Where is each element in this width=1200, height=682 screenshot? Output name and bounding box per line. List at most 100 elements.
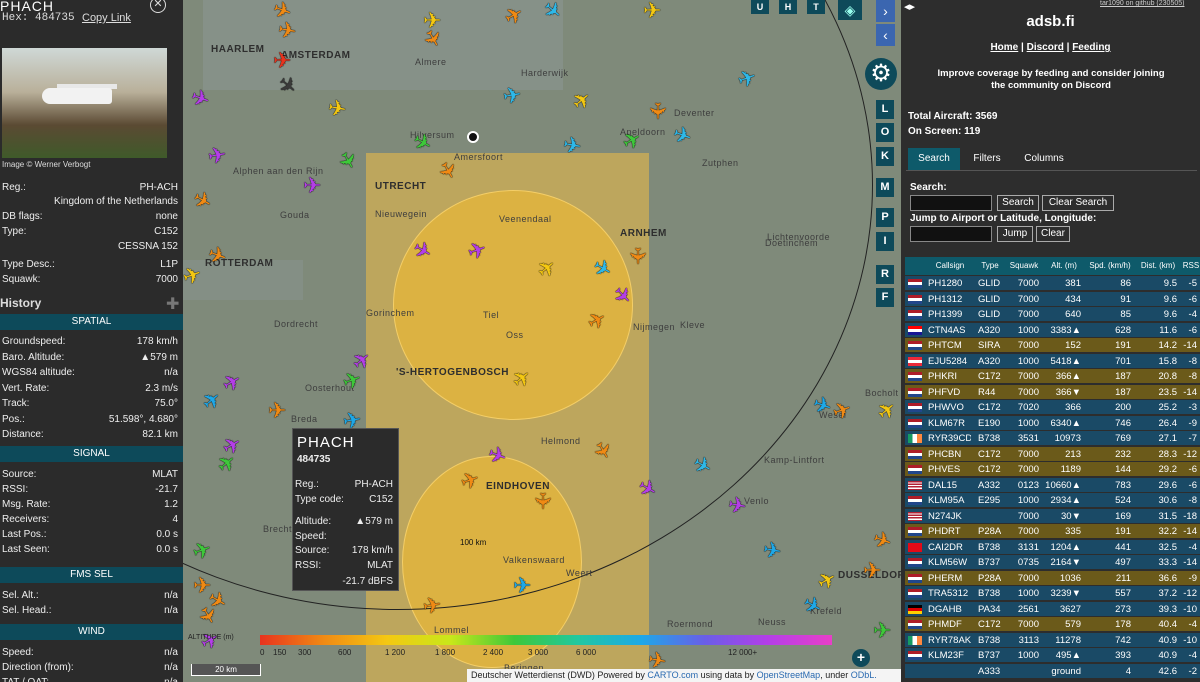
discord-link[interactable]: Discord: [1027, 42, 1064, 53]
table-row[interactable]: KLM56W B737 0735 2164▼ 497 33.3 -14: [905, 555, 1200, 570]
aircraft-photo[interactable]: [2, 48, 167, 158]
map-button-f[interactable]: F: [876, 288, 894, 307]
aircraft-icon[interactable]: ✈: [421, 592, 443, 620]
table-row[interactable]: TRA5312 B738 1000 3239▼ 557 37.2 -12: [905, 586, 1200, 601]
table-row[interactable]: DGAHB PA34 2561 3627 273 39.3 -10: [905, 601, 1200, 617]
layers-icon[interactable]: ◈: [838, 0, 862, 20]
column-header[interactable]: RSS: [1181, 257, 1200, 275]
section-spatial[interactable]: SPATIAL: [0, 314, 183, 330]
table-row[interactable]: RYR39CD B738 3531 10973 769 27.1 -7: [905, 431, 1200, 446]
map-button-p[interactable]: P: [876, 208, 894, 227]
version-link[interactable]: tar1090 on github (230505): [1100, 0, 1184, 7]
zoom-in-button[interactable]: +: [852, 649, 870, 667]
aircraft-icon[interactable]: ✈: [761, 537, 783, 565]
home-link[interactable]: Home: [990, 42, 1018, 53]
column-header[interactable]: [905, 257, 925, 275]
table-row[interactable]: DAL15 A332 0123 10660▲ 783 29.6 -6: [905, 477, 1200, 493]
table-row[interactable]: PH1280 GLID 7000 381 86 9.5 -5: [905, 276, 1200, 291]
aircraft-icon[interactable]: ✈: [625, 247, 650, 265]
gear-icon[interactable]: ⚙: [865, 58, 897, 90]
aircraft-icon[interactable]: ✈: [193, 575, 211, 597]
aircraft-icon[interactable]: ✈: [645, 102, 670, 120]
map-button-o[interactable]: O: [876, 123, 894, 142]
table-row[interactable]: PHTCM SIRA 7000 152 191 14.2 -14: [905, 338, 1200, 353]
chevron-left-icon[interactable]: ‹: [876, 24, 895, 46]
aircraft-icon[interactable]: ✈: [501, 82, 523, 110]
column-header[interactable]: Callsign: [925, 257, 975, 275]
section-fms[interactable]: FMS SEL: [0, 567, 183, 583]
table-row[interactable]: CTN4AS A320 1000 3383▲ 628 11.6 -6: [905, 322, 1200, 338]
column-header[interactable]: Dist. (km): [1135, 257, 1181, 275]
chevron-right-icon[interactable]: ›: [876, 0, 895, 22]
aircraft-icon[interactable]: ✈: [863, 560, 881, 582]
aircraft-icon[interactable]: ✈: [276, 17, 298, 45]
map-button-k[interactable]: K: [876, 147, 894, 166]
aircraft-icon[interactable]: ✈: [726, 492, 748, 520]
tab-filters[interactable]: Filters: [962, 148, 1012, 170]
aircraft-icon[interactable]: ✈: [513, 575, 531, 597]
aircraft-icon[interactable]: ✈: [813, 565, 841, 596]
osm-link[interactable]: OpenStreetMap: [757, 670, 821, 680]
panel-toggle-icon[interactable]: ◂▸: [904, 0, 915, 13]
button-h[interactable]: H: [779, 0, 797, 14]
search-button[interactable]: Search: [997, 195, 1039, 211]
table-row[interactable]: PH1312 GLID 7000 434 91 9.6 -6: [905, 291, 1200, 307]
button-t[interactable]: T: [807, 0, 825, 14]
aircraft-icon[interactable]: ✈: [268, 400, 286, 422]
table-row[interactable]: PHCBN C172 7000 213 232 28.3 -12: [905, 446, 1200, 462]
carto-link[interactable]: CARTO.com: [647, 670, 698, 680]
column-header[interactable]: Type: [975, 257, 1005, 275]
table-row[interactable]: PHMDF C172 7000 579 178 40.4 -4: [905, 617, 1200, 632]
table-row[interactable]: PHFVD R44 7000 366▼ 187 23.5 -14: [905, 384, 1200, 400]
close-icon[interactable]: ✕: [150, 0, 166, 13]
tab-search[interactable]: Search: [908, 148, 960, 170]
table-row[interactable]: PHVES C172 7000 1189 144 29.2 -6: [905, 462, 1200, 477]
table-row[interactable]: PHDRT P28A 7000 335 191 32.2 -14: [905, 524, 1200, 539]
map-view[interactable]: HAARLEM AMSTERDAM UTRECHT ROTTERDAM ARNHEM 'S…: [183, 0, 901, 682]
button-u[interactable]: U: [751, 0, 769, 14]
table-row[interactable]: KLM95A E295 1000 2934▲ 524 30.6 -8: [905, 493, 1200, 508]
table-row[interactable]: CAI2DR B738 3131 1204▲ 441 32.5 -4: [905, 539, 1200, 555]
table-row[interactable]: KLM23F B737 1000 495▲ 393 40.9 -4: [905, 648, 1200, 663]
map-button-m[interactable]: M: [876, 178, 894, 197]
aircraft-icon[interactable]: ✈: [829, 396, 855, 426]
odbl-link[interactable]: ODbL.: [851, 670, 877, 680]
column-header[interactable]: Squawk: [1005, 257, 1043, 275]
aircraft-icon[interactable]: ✈: [273, 50, 291, 72]
table-row[interactable]: PHWVO C172 7020 366 200 25.2 -3: [905, 400, 1200, 415]
section-wind[interactable]: WIND: [0, 624, 183, 640]
copy-link-button[interactable]: Copy Link: [82, 12, 131, 24]
aircraft-icon[interactable]: ✈: [192, 602, 223, 630]
aircraft-icon[interactable]: ✈: [206, 142, 228, 170]
map-button-l[interactable]: L: [876, 100, 894, 119]
table-row[interactable]: KLM67R E190 1000 6340▲ 746 26.4 -9: [905, 415, 1200, 431]
aircraft-icon[interactable]: ✈: [326, 95, 348, 123]
clear-button[interactable]: Clear: [1036, 226, 1070, 242]
table-row[interactable]: RYR78AK B738 3113 11278 742 40.9 -10: [905, 632, 1200, 648]
table-row[interactable]: PHERM P28A 7000 1036 211 36.6 -9: [905, 570, 1200, 586]
table-row[interactable]: EJU5284 A320 1000 5418▲ 701 15.8 -8: [905, 353, 1200, 369]
aircraft-icon[interactable]: ✈: [643, 0, 661, 22]
map-button-r[interactable]: R: [876, 265, 894, 284]
column-header[interactable]: Spd. (km/h): [1085, 257, 1135, 275]
feeding-link[interactable]: Feeding: [1072, 42, 1110, 53]
table-row[interactable]: A333 ground 4 42.6 -2: [905, 663, 1200, 679]
map-button-i[interactable]: I: [876, 232, 894, 251]
table-row[interactable]: PH1399 GLID 7000 640 85 9.6 -4: [905, 307, 1200, 322]
jump-input[interactable]: [910, 226, 992, 242]
jump-button[interactable]: Jump: [997, 226, 1033, 242]
table-row[interactable]: N274JK 7000 30▼ 169 31.5 -18: [905, 508, 1200, 524]
aircraft-icon[interactable]: ✈: [869, 526, 895, 556]
aircraft-icon[interactable]: ✈: [872, 395, 901, 426]
tab-columns[interactable]: Columns: [1014, 148, 1074, 170]
clear-search-button[interactable]: Clear Search: [1042, 195, 1114, 211]
column-header[interactable]: Alt. (m): [1043, 257, 1085, 275]
aircraft-icon[interactable]: ✈: [530, 492, 555, 510]
aircraft-icon[interactable]: ✈: [303, 175, 321, 197]
search-input[interactable]: [910, 195, 992, 211]
plus-icon[interactable]: ✚: [166, 294, 179, 314]
aircraft-icon[interactable]: ✈: [561, 132, 583, 160]
table-row[interactable]: PHKRI C172 7000 366▲ 187 20.8 -8: [905, 369, 1200, 384]
aircraft-icon[interactable]: ✈: [873, 620, 891, 642]
section-signal[interactable]: SIGNAL: [0, 446, 183, 462]
